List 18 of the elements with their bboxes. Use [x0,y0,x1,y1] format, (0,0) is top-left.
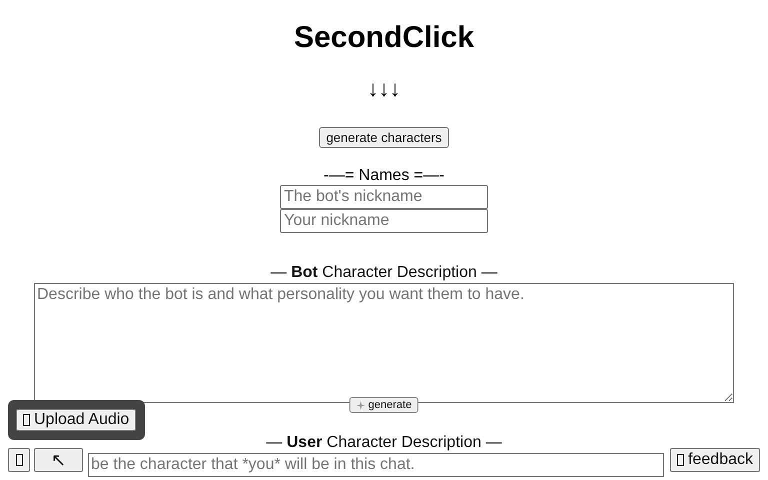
generate-characters-button[interactable]: generate characters [319,127,449,148]
arrows-text: ↓↓↓ [368,75,400,103]
box-icon [677,454,684,466]
expand-button[interactable]: ↖ [34,448,83,472]
box-icon [23,414,30,426]
section-heading: — User Character Description — [266,434,502,452]
generate-button[interactable]: generate [349,397,419,413]
feedback-button[interactable]: feedback [670,448,760,472]
upload-audio-button[interactable]: Upload Audio [16,409,136,431]
app-title: SecondClick [294,20,474,56]
sparkle-icon [356,400,366,410]
nickname-field[interactable]: Your nickname [280,209,488,233]
icon-button[interactable] [8,448,30,472]
section-heading: — Bot Character Description — [270,264,498,282]
names-heading: -—= Names =—- [324,167,444,185]
box-icon [16,454,22,466]
description-field[interactable]: be the character that *you* will be in this chat. [88,453,664,477]
nickname-field[interactable]: The bot's nickname [280,185,488,209]
